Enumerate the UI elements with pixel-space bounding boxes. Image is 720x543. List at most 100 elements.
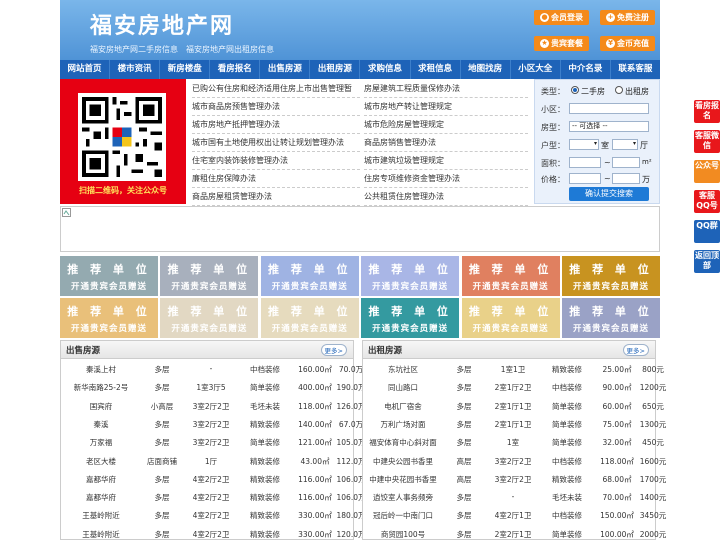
table-row[interactable]: 东坑社区 多层 1室1卫 精致装修 25.00㎡ 800元	[363, 360, 664, 378]
policy-link[interactable]: 房屋建筑工程质量保修办法	[364, 80, 528, 98]
promo-tile[interactable]: 推 荐 单 位开通贵宾会员赠送	[562, 298, 660, 338]
area-max-input[interactable]	[612, 157, 640, 168]
listing-name[interactable]: 福安体育中心斜对面	[363, 437, 443, 448]
sale-more-link[interactable]: 更多>	[320, 344, 347, 356]
table-row[interactable]: 秦溪上村 多层 - 中档装修 160.00㎡ 70.0万	[61, 360, 363, 378]
price-max-input[interactable]	[612, 173, 640, 184]
recharge-button[interactable]: ¥ 金币充值	[600, 36, 655, 51]
listing-name[interactable]: 国宾府	[61, 401, 141, 412]
listing-name[interactable]: 秦溪上村	[61, 364, 141, 375]
promo-tile[interactable]: 推 荐 单 位开通贵宾会员赠送	[361, 256, 460, 296]
promo-tile[interactable]: 推 荐 单 位开通贵宾会员赠送	[160, 256, 259, 296]
sale-info-link[interactable]: 福安房地产网二手房信息	[90, 44, 178, 55]
policy-link[interactable]: 城市房地产抵押管理办法	[192, 116, 360, 134]
promo-tile[interactable]: 推 荐 单 位开通贵宾会员赠送	[260, 298, 359, 338]
policy-link[interactable]: 住房专项维修资金管理办法	[364, 170, 528, 188]
side-qq-group-button[interactable]: QQ群	[694, 220, 720, 243]
table-row[interactable]: 嘉都华府 多层 4室2厅2卫 精致装修 116.00㎡ 106.0万	[61, 488, 365, 506]
community-input[interactable]	[569, 103, 649, 114]
nav-contact[interactable]: 联系客服	[611, 60, 660, 79]
listing-name[interactable]: 万家福	[61, 437, 141, 448]
nav-viewing-signup[interactable]: 看房报名	[210, 60, 261, 79]
nav-agencies[interactable]: 中介名录	[561, 60, 611, 79]
table-row[interactable]: 中建央公园书香里 高层 3室2厅2卫 中档装修 118.00㎡ 1600元	[363, 452, 666, 470]
type-radio-rent[interactable]	[615, 86, 623, 94]
promo-tile[interactable]: 推 荐 单 位开通贵宾会员赠送	[60, 298, 158, 338]
nav-home[interactable]: 网站首页	[60, 60, 111, 79]
table-row[interactable]: 电机厂宿舍 多层 2室1厅1卫 简单装修 60.00㎡ 650元	[363, 397, 664, 415]
hall-select[interactable]: ▾	[612, 139, 638, 150]
housetype-select[interactable]: -- 可选择 --	[569, 121, 649, 132]
type-radio-sale[interactable]	[571, 86, 579, 94]
table-row[interactable]: 国宾府 小高层 3室2厅2卫 毛坯未装 118.00㎡ 126.0万	[61, 397, 366, 415]
table-row[interactable]: 王基岭附近 多层 4室2厅2卫 精致装修 330.00㎡ 180.0万	[61, 506, 365, 524]
policy-link[interactable]: 城市商品房预售管理办法	[192, 98, 360, 116]
table-row[interactable]: 万利广场对面 多层 2室1厅1卫 简单装修 75.00㎡ 1300元	[363, 415, 667, 433]
table-row[interactable]: 冠后岭一中南门口 多层 4室2厅1卫 中档装修 150.00㎡ 3450元	[363, 506, 666, 524]
listing-name[interactable]: 老区大楼	[61, 456, 141, 467]
table-row[interactable]: 万家福 多层 3室2厅2卫 简单装修 121.00㎡ 105.0万	[61, 433, 366, 451]
listing-name[interactable]: 秦溪	[61, 419, 141, 430]
table-row[interactable]: 同山路口 多层 2室1厅2卫 中档装修 90.00㎡ 1200元	[363, 378, 666, 396]
side-back-to-top-button[interactable]: 返回顶部	[694, 250, 720, 273]
nav-wanted-rent[interactable]: 求租信息	[411, 60, 461, 79]
promo-tile[interactable]: 推 荐 单 位开通贵宾会员赠送	[562, 256, 660, 296]
listing-name[interactable]: 冠后岭一中南门口	[363, 510, 443, 521]
listing-name[interactable]: 商贸园100号	[363, 529, 443, 540]
nav-map[interactable]: 地图找房	[461, 60, 511, 79]
policy-link[interactable]: 商品房屋租赁管理办法	[192, 188, 360, 206]
policy-link[interactable]: 商品房销售管理办法	[364, 134, 528, 152]
login-button[interactable]: ● 会员登录	[534, 10, 589, 25]
side-qq-button[interactable]: 客服QQ号	[694, 190, 720, 213]
policy-link[interactable]: 城市国有土地使用权出让转让规划管理办法	[192, 134, 360, 152]
listing-name[interactable]: 万利广场对面	[363, 419, 443, 430]
site-title[interactable]: 福安房地产网	[90, 8, 234, 40]
room-select[interactable]: ▾	[569, 139, 599, 150]
nav-news[interactable]: 楼市资讯	[110, 60, 161, 79]
policy-link[interactable]: 公共租赁住房管理办法	[364, 188, 528, 206]
listing-name[interactable]: 同山路口	[363, 382, 443, 393]
promo-tile[interactable]: 推 荐 单 位开通贵宾会员赠送	[160, 298, 259, 338]
listing-name[interactable]: 逍饺室人事务频旁	[363, 492, 443, 503]
nav-for-sale[interactable]: 出售房源	[260, 60, 311, 79]
area-min-input[interactable]	[569, 157, 601, 168]
policy-link[interactable]: 廉租住房保障办法	[192, 170, 360, 188]
listing-name[interactable]: 新华南路25-2号	[61, 382, 141, 393]
policy-link[interactable]: 住宅室内装饰装修管理办法	[192, 152, 360, 170]
ad-banner[interactable]	[60, 206, 660, 252]
listing-name[interactable]: 嘉都华府	[61, 474, 141, 485]
table-row[interactable]: 老区大楼 店面商铺 1厅 精致装修 43.00㎡ 112.0万	[61, 452, 365, 470]
rent-info-link[interactable]: 福安房地产网出租房信息	[186, 44, 274, 55]
search-submit-button[interactable]: 确认提交搜索	[569, 187, 649, 201]
listing-name[interactable]: 东坑社区	[363, 364, 443, 375]
policy-link[interactable]: 已购公有住房和经济适用住房上市出售管理暂	[192, 80, 360, 98]
side-official-account-button[interactable]: 公众号	[694, 160, 720, 183]
listing-name[interactable]: 王基岭附近	[61, 529, 141, 540]
listing-name[interactable]: 中建中央花园书香里	[363, 474, 443, 485]
listing-name[interactable]: 中建央公园书香里	[363, 456, 443, 467]
table-row[interactable]: 新华南路25-2号 多层 1室3厅5 简单装修 400.00㎡ 190.0万	[61, 378, 366, 396]
nav-for-rent[interactable]: 出租房源	[310, 60, 361, 79]
table-row[interactable]: 秦溪 多层 3室2厅2卫 精致装修 140.00㎡ 67.0万	[61, 415, 364, 433]
policy-link[interactable]: 城市建筑垃圾管理规定	[364, 152, 528, 170]
rent-more-link[interactable]: 更多>	[622, 344, 649, 356]
promo-tile[interactable]: 推 荐 单 位开通贵宾会员赠送	[461, 256, 560, 296]
table-row[interactable]: 嘉都华府 多层 4室2厅2卫 精致装修 116.00㎡ 106.0万	[61, 470, 365, 488]
promo-tile[interactable]: 推 荐 单 位开通贵宾会员赠送	[60, 256, 158, 296]
policy-link[interactable]: 城市危险房屋管理规定	[364, 116, 528, 134]
vip-package-button[interactable]: ★ 贵宾套餐	[534, 36, 589, 51]
nav-communities[interactable]: 小区大全	[511, 60, 561, 79]
promo-tile[interactable]: 推 荐 单 位开通贵宾会员赠送	[461, 298, 560, 338]
table-row[interactable]: 中建中央花园书香里 高层 3室2厅2卫 精致装修 68.00㎡ 1700元	[363, 470, 666, 488]
nav-wanted-buy[interactable]: 求购信息	[360, 60, 411, 79]
listing-name[interactable]: 电机厂宿舍	[363, 401, 443, 412]
nav-new-homes[interactable]: 新房楼盘	[160, 60, 211, 79]
promo-tile[interactable]: 推 荐 单 位开通贵宾会员赠送	[260, 256, 359, 296]
side-wechat-button[interactable]: 客服微信	[694, 130, 720, 153]
register-button[interactable]: + 免费注册	[600, 10, 655, 25]
listing-name[interactable]: 嘉都华府	[61, 492, 141, 503]
listing-name[interactable]: 王基岭附近	[61, 510, 141, 521]
policy-link[interactable]: 城市房地产转让管理规定	[364, 98, 528, 116]
table-row[interactable]: 逍饺室人事务频旁 多层 - 毛坯未装 70.00㎡ 1400元	[363, 488, 666, 506]
promo-tile[interactable]: 推 荐 单 位开通贵宾会员赠送	[361, 298, 460, 338]
